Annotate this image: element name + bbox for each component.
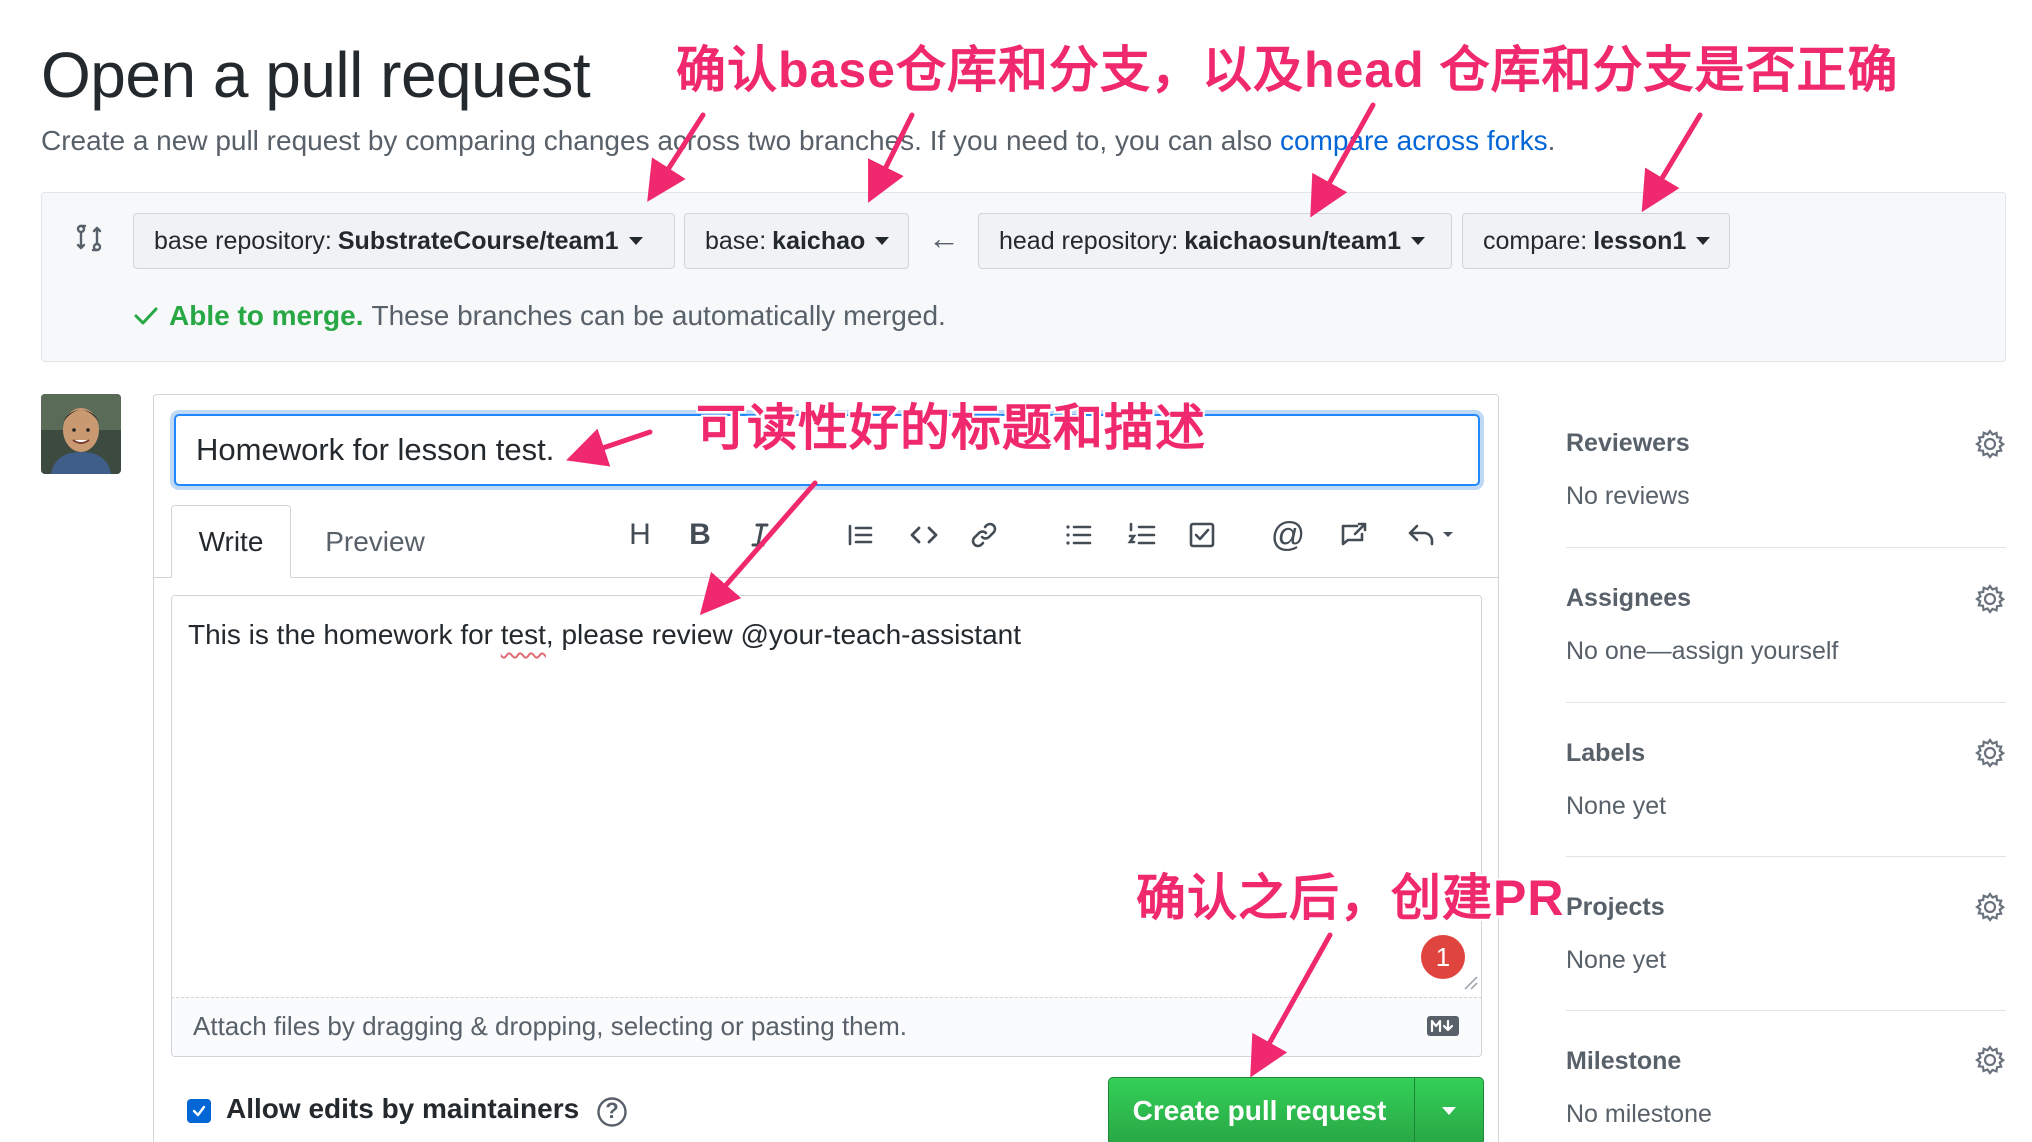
chevron-down-icon <box>1696 237 1711 245</box>
compare-branch-label: compare: <box>1483 226 1588 255</box>
compare-across-forks-link[interactable]: compare across forks <box>1280 125 1548 156</box>
base-branch-value: kaichao <box>772 226 866 255</box>
sidebar-projects-title[interactable]: Projects <box>1566 893 1665 922</box>
base-branch-label: base: <box>705 226 767 255</box>
task-list-icon[interactable] <box>1182 515 1222 555</box>
sidebar-assignees-value[interactable]: No one—assign yourself <box>1566 637 1838 666</box>
chevron-down-icon <box>1411 237 1426 245</box>
subtitle-text: Create a new pull request by comparing c… <box>41 125 1280 156</box>
attach-files-hint: Attach files by dragging & dropping, sel… <box>193 1011 907 1041</box>
code-icon[interactable] <box>904 515 944 555</box>
misspelled-word: test <box>500 619 546 650</box>
gear-icon[interactable] <box>1974 891 2006 923</box>
help-icon[interactable]: ? <box>596 1096 628 1128</box>
create-pull-request-dropdown[interactable] <box>1415 1078 1483 1142</box>
chevron-down-icon <box>875 237 890 245</box>
sidebar-labels-title[interactable]: Labels <box>1566 739 1645 768</box>
markdown-icon[interactable] <box>1427 1016 1459 1036</box>
create-pull-request-button-group: Create pull request <box>1108 1077 1484 1142</box>
sidebar-milestone-value: No milestone <box>1566 1100 1712 1128</box>
merge-status: Able to merge. These branches can be aut… <box>133 300 946 332</box>
git-compare-icon <box>73 222 105 254</box>
base-repository-label: base repository: <box>154 226 332 255</box>
reference-icon[interactable] <box>1334 515 1374 555</box>
create-pull-request-button[interactable]: Create pull request <box>1109 1078 1415 1142</box>
head-repository-select[interactable]: head repository: kaichaosun/team1 <box>978 213 1452 269</box>
base-repository-value: SubstrateCourse/team1 <box>337 226 619 255</box>
sidebar-labels-value: None yet <box>1566 792 1667 820</box>
page-title: Open a pull request <box>41 39 591 111</box>
page-subtitle: Create a new pull request by comparing c… <box>41 125 1555 157</box>
help-glyph: ? <box>605 1098 619 1123</box>
mention-icon[interactable]: @ <box>1268 515 1308 555</box>
body-text-start: This is the homework for <box>188 619 501 650</box>
base-branch-select[interactable]: base: kaichao <box>684 213 909 269</box>
allow-edits-label: Allow edits by maintainers <box>226 1093 580 1124</box>
arrow-left-icon: ← <box>928 220 960 256</box>
notification-badge: 1 <box>1421 935 1465 979</box>
base-repository-select[interactable]: base repository: SubstrateCourse/team1 <box>133 213 675 269</box>
sidebar-assignees-title[interactable]: Assignees <box>1566 584 1691 613</box>
ordered-list-icon[interactable] <box>1122 515 1162 555</box>
head-repository-value: kaichaosun/team1 <box>1184 226 1402 255</box>
sidebar-projects-value: None yet <box>1566 946 1667 974</box>
quote-icon[interactable] <box>840 515 880 555</box>
allow-edits-checkbox[interactable] <box>187 1099 211 1123</box>
check-icon <box>134 307 158 325</box>
link-icon[interactable] <box>964 515 1004 555</box>
merge-status-message: These branches can be automatically merg… <box>371 300 946 331</box>
sidebar-divider <box>1566 547 2006 548</box>
pr-body-text: This is the homework for test, please re… <box>188 619 1021 651</box>
gear-icon[interactable] <box>1974 1044 2006 1076</box>
head-repository-label: head repository: <box>999 226 1179 255</box>
unordered-list-icon[interactable] <box>1058 515 1098 555</box>
reply-icon[interactable] <box>1402 515 1462 555</box>
avatar[interactable] <box>41 394 121 474</box>
sidebar-divider <box>1566 702 2006 703</box>
tab-preview[interactable]: Preview <box>300 505 450 578</box>
gear-icon[interactable] <box>1974 737 2006 769</box>
annotation-title-description: 可读性好的标题和描述 <box>696 400 1206 456</box>
annotation-create-pr: 确认之后，创建PR <box>1136 870 1565 926</box>
chevron-down-icon <box>628 237 643 245</box>
sidebar-divider <box>1566 1010 2006 1011</box>
sidebar-milestone-title[interactable]: Milestone <box>1566 1047 1681 1076</box>
pr-body-textarea[interactable] <box>171 595 1482 997</box>
body-text-end: , please review @your-teach-assistant <box>545 619 1021 650</box>
tab-write[interactable]: Write <box>171 505 291 578</box>
bold-icon[interactable]: B <box>680 515 720 555</box>
sidebar-reviewers-title[interactable]: Reviewers <box>1566 429 1690 458</box>
sidebar-reviewers-value: No reviews <box>1566 482 1690 510</box>
resize-handle-icon[interactable] <box>1460 972 1478 990</box>
italic-icon[interactable] <box>740 515 780 555</box>
sidebar-divider <box>1566 856 2006 857</box>
gear-icon[interactable] <box>1974 583 2006 615</box>
subtitle-suffix: . <box>1547 125 1556 156</box>
compare-branch-value: lesson1 <box>1593 226 1687 255</box>
merge-status-label: Able to merge. <box>169 300 364 331</box>
annotation-check-branches: 确认base仓库和分支，以及head 仓库和分支是否正确 <box>676 42 1899 98</box>
compare-branch-select[interactable]: compare: lesson1 <box>1462 213 1730 269</box>
header-icon[interactable]: H <box>620 515 660 555</box>
gear-icon[interactable] <box>1974 428 2006 460</box>
chevron-down-icon <box>1442 1107 1456 1115</box>
